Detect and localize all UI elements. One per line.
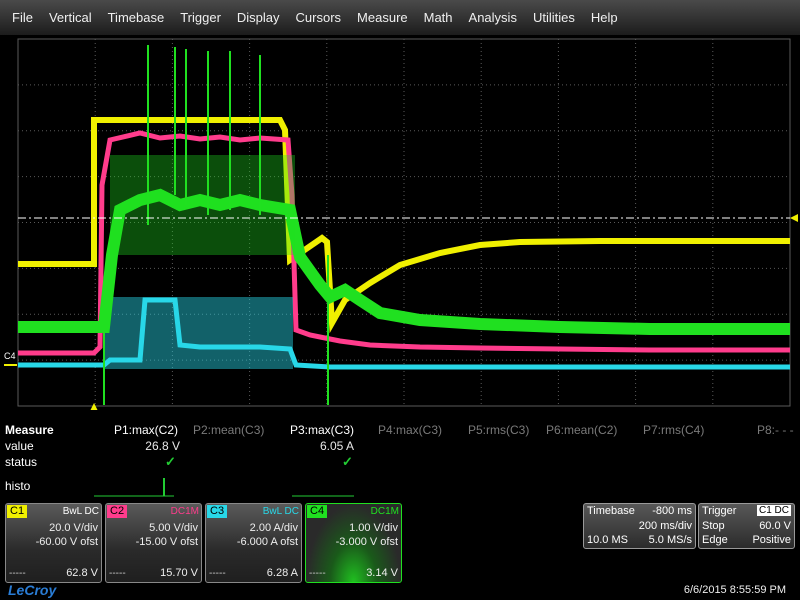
timebase-box[interactable]: Timebase -800 ms 200 ms/div 10.0 MS 5.0 … [583, 503, 696, 549]
channel-c2-tag: C2 [107, 505, 128, 518]
channel-c4-tag: C4 [307, 505, 328, 518]
menu-file[interactable]: File [4, 10, 41, 25]
channel-c2-dash: ----- [109, 568, 126, 579]
channel-c1-vdiv: 20.0 V/div [49, 522, 98, 534]
trigger-level-marker[interactable] [790, 214, 798, 222]
measure-table[interactable]: Measure value status histo P1:max(C2) P2… [0, 420, 800, 500]
channel-c2-offset: -15.00 V ofst [135, 536, 198, 548]
channel-c2-vdiv: 5.00 V/div [149, 522, 198, 534]
channel-c1-offset: -60.00 V ofst [35, 536, 98, 548]
channel-c4-flags: DC1M [370, 506, 399, 517]
menu-utilities[interactable]: Utilities [525, 10, 583, 25]
menu-vertical[interactable]: Vertical [41, 10, 100, 25]
param-p2-label[interactable]: P2:mean(C3) [193, 423, 264, 437]
menu-analysis[interactable]: Analysis [461, 10, 525, 25]
channel-c3-offset: -6.000 A ofst [236, 536, 298, 548]
brand-logo: LeCroy [8, 582, 57, 598]
channel-c2-box[interactable]: C2 DC1M 5.00 V/div -15.00 V ofst ----- 1… [105, 503, 202, 583]
channel-c4-vdiv: 1.00 V/div [349, 522, 398, 534]
timebase-title: Timebase [587, 505, 635, 517]
menu-measure[interactable]: Measure [349, 10, 416, 25]
channel-c3-flags: BwL DC [262, 506, 299, 517]
channel-c1-box[interactable]: C1 BwL DC 20.0 V/div -60.00 V ofst -----… [5, 503, 102, 583]
trigger-source: C1 DC [756, 505, 791, 516]
trigger-type: Edge [702, 534, 728, 546]
measure-row-histo: histo [5, 479, 31, 493]
channel-c3-reading: 6.28 A [266, 567, 298, 579]
trigger-title: Trigger [702, 505, 737, 517]
param-p7-label[interactable]: P7:rms(C4) [643, 423, 704, 437]
measure-title: Measure [5, 423, 54, 437]
waveform-graticule[interactable]: C4 [0, 35, 800, 410]
menu-bar: File Vertical Timebase Trigger Display C… [0, 0, 800, 35]
channel-c4-reading: 3.14 V [366, 567, 398, 579]
timebase-rate: 5.0 MS/s [648, 534, 692, 546]
param-p1-value: 26.8 V [145, 439, 180, 453]
channel-c3-vdiv: 2.00 A/div [249, 522, 298, 534]
channel-c2-flags: DC1M [170, 506, 199, 517]
timebase-samples: 10.0 MS [587, 534, 628, 546]
measure-row-status: status [5, 455, 38, 469]
param-p1-label[interactable]: P1:max(C2) [114, 423, 178, 437]
trace-c3-burst [105, 297, 293, 369]
channel-c1-tag: C1 [7, 505, 28, 518]
trigger-level: 60.0 V [759, 520, 791, 532]
channel-c4-box[interactable]: C4 DC1M 1.00 V/div -3.000 V ofst ----- 3… [305, 503, 402, 583]
trigger-box[interactable]: Trigger C1 DC Stop 60.0 V Edge Positive [698, 503, 795, 549]
channel-c4-dash: ----- [309, 568, 326, 579]
param-p8-label[interactable]: P8:- - - [757, 423, 794, 437]
channel-c4-offset: -3.000 V ofst [335, 536, 398, 548]
param-p1-histogram [94, 478, 174, 497]
channel-c3-tag: C3 [207, 505, 228, 518]
param-p5-label[interactable]: P5:rms(C3) [468, 423, 529, 437]
waveform-display[interactable]: C4 [0, 35, 800, 410]
datetime: 6/6/2015 8:55:59 PM [683, 584, 786, 596]
channel-c1-dash: ----- [9, 568, 26, 579]
menu-cursors[interactable]: Cursors [288, 10, 350, 25]
menu-timebase[interactable]: Timebase [100, 10, 173, 25]
trace-c4-noise [110, 155, 295, 255]
param-p1-status-check-icon: ✓ [165, 454, 176, 469]
param-p6-label[interactable]: P6:mean(C2) [546, 423, 617, 437]
param-p3-value: 6.05 A [319, 439, 354, 453]
param-p4-label[interactable]: P4:max(C3) [378, 423, 442, 437]
menu-display[interactable]: Display [229, 10, 288, 25]
channel-marker-c4: C4 [4, 351, 16, 361]
menu-help[interactable]: Help [583, 10, 626, 25]
channel-c1-reading: 62.8 V [66, 567, 98, 579]
trigger-mode: Stop [702, 520, 725, 532]
menu-math[interactable]: Math [416, 10, 461, 25]
measure-row-value: value [5, 439, 34, 453]
menu-trigger[interactable]: Trigger [172, 10, 229, 25]
channel-c3-box[interactable]: C3 BwL DC 2.00 A/div -6.000 A ofst -----… [205, 503, 302, 583]
param-p3-label[interactable]: P3:max(C3) [290, 423, 354, 437]
param-p3-status-check-icon: ✓ [342, 454, 353, 469]
timebase-delay: -800 ms [652, 505, 692, 517]
trigger-slope: Positive [752, 534, 791, 546]
channel-c2-reading: 15.70 V [160, 567, 198, 579]
channel-c1-flags: BwL DC [62, 506, 99, 517]
param-p3-histogram [292, 495, 354, 497]
channel-c3-dash: ----- [209, 568, 226, 579]
timebase-per-div: 200 ms/div [638, 520, 692, 532]
